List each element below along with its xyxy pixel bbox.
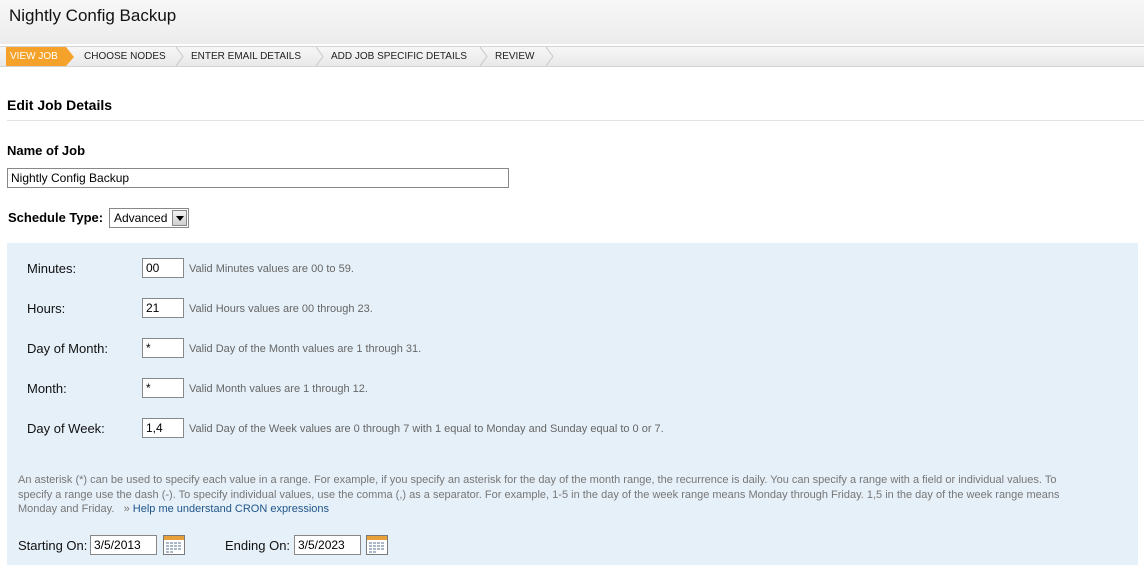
schedule-type-select[interactable]: Advanced	[109, 208, 189, 228]
wizard-steps: VIEW JOB CHOOSE NODES ENTER EMAIL DETAIL…	[0, 46, 1144, 67]
day-of-week-label: Day of Week:	[27, 421, 105, 436]
day-of-month-input[interactable]: *	[142, 338, 184, 358]
hours-input[interactable]: 21	[142, 298, 184, 318]
starting-on-label: Starting On:	[18, 538, 88, 553]
calendar-icon[interactable]	[163, 535, 185, 555]
link-arrow-icon: »	[123, 503, 130, 515]
ending-on-label: Ending On:	[225, 538, 291, 553]
minutes-input[interactable]: 00	[142, 258, 184, 278]
step-choose-nodes[interactable]: CHOOSE NODES	[76, 47, 166, 66]
month-hint: Valid Month values are 1 through 12.	[189, 383, 368, 395]
schedule-type-label: Schedule Type:	[8, 210, 104, 225]
job-name-label: Name of Job	[7, 143, 86, 158]
minutes-hint: Valid Minutes values are 00 to 59.	[189, 263, 354, 275]
end-date-input[interactable]: 3/5/2023	[294, 535, 361, 555]
month-input[interactable]: *	[142, 378, 184, 398]
step-separator	[546, 47, 554, 66]
job-name-input[interactable]: Nightly Config Backup	[7, 168, 509, 188]
page-title: Nightly Config Backup	[9, 6, 177, 25]
divider	[7, 120, 1144, 121]
day-of-week-input[interactable]: 1,4	[142, 418, 184, 438]
month-label: Month:	[27, 381, 67, 396]
step-review[interactable]: REVIEW	[487, 47, 534, 66]
day-of-week-hint: Valid Day of the Week values are 0 throu…	[189, 423, 664, 435]
chevron-down-icon[interactable]	[172, 210, 187, 226]
start-date-input[interactable]: 3/5/2013	[90, 535, 157, 555]
advanced-schedule-panel	[7, 243, 1138, 565]
day-of-month-label: Day of Month:	[27, 341, 108, 356]
step-enter-email-details[interactable]: ENTER EMAIL DETAILS	[183, 47, 301, 66]
cron-help-text: An asterisk (*) can be used to specify e…	[18, 473, 1068, 517]
title-bar: Nightly Config Backup	[0, 0, 1144, 44]
cron-help-link[interactable]: Help me understand CRON expressions	[133, 503, 329, 515]
step-view-job[interactable]: VIEW JOB	[6, 47, 74, 66]
hours-hint: Valid Hours values are 00 through 23.	[189, 303, 373, 315]
section-heading: Edit Job Details	[7, 97, 113, 113]
step-add-job-specific-details[interactable]: ADD JOB SPECIFIC DETAILS	[323, 47, 467, 66]
calendar-icon[interactable]	[366, 535, 388, 555]
minutes-label: Minutes:	[27, 261, 77, 276]
schedule-type-value: Advanced	[114, 211, 168, 225]
day-of-month-hint: Valid Day of the Month values are 1 thro…	[189, 343, 422, 355]
hours-label: Hours:	[27, 301, 66, 316]
